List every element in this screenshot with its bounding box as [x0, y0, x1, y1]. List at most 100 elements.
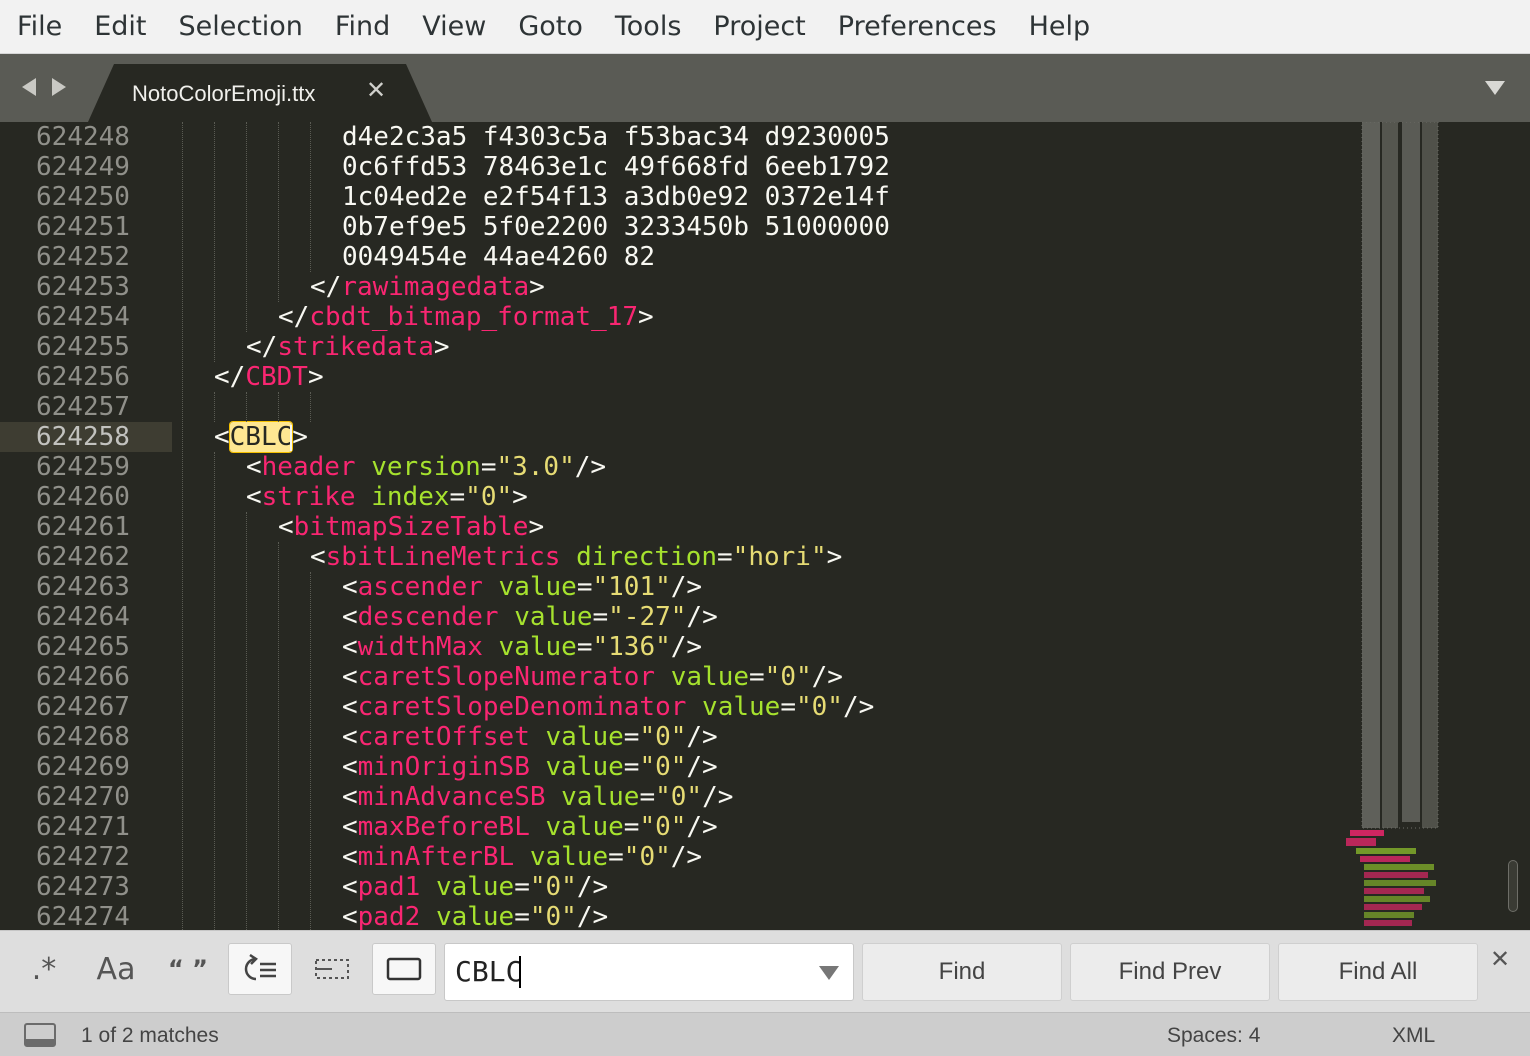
- code-line: 0c6ffd53 78463e1c 49f668fd 6eeb1792: [342, 152, 890, 182]
- menu-goto[interactable]: Goto: [502, 0, 599, 54]
- menu-preferences[interactable]: Preferences: [822, 0, 1013, 54]
- nav-forward-icon[interactable]: [52, 78, 66, 96]
- panel-toggle-icon[interactable]: [24, 1023, 56, 1047]
- code-token: strikedata: [277, 332, 434, 362]
- code-token: "0": [623, 842, 671, 872]
- scrollbar-track[interactable]: [1506, 126, 1518, 926]
- code-line: <sbitLineMetrics direction="hori">: [310, 542, 842, 572]
- code-token: value: [498, 632, 577, 662]
- line-number: 624268: [36, 722, 130, 752]
- code-area[interactable]: d4e2c3a5 f4303c5a f53bac34 d9230005 0c6ff…: [182, 122, 1342, 930]
- code-token: <: [214, 422, 230, 452]
- menu-tools[interactable]: Tools: [599, 0, 698, 54]
- code-token: "0": [639, 812, 687, 842]
- tab-list-dropdown-icon[interactable]: [1485, 81, 1505, 95]
- code-token: cbdt_bitmap_format_17: [309, 302, 639, 332]
- nav-back-icon[interactable]: [22, 78, 36, 96]
- wrap-toggle[interactable]: [228, 943, 292, 995]
- code-line: </rawimagedata>: [310, 272, 545, 302]
- code-line: 0049454e 44ae4260 82: [342, 242, 655, 272]
- find-button[interactable]: Find: [862, 943, 1062, 1001]
- scrollbar-thumb[interactable]: [1508, 860, 1518, 912]
- code-token: <: [342, 782, 358, 812]
- code-token: <: [342, 752, 358, 782]
- line-number: 624251: [36, 212, 130, 242]
- indentation-status[interactable]: Spaces: 4: [1167, 1024, 1260, 1048]
- line-number: 624250: [36, 182, 130, 212]
- regex-toggle[interactable]: .*: [12, 943, 76, 995]
- code-token: value: [545, 812, 624, 842]
- in-selection-toggle[interactable]: [300, 943, 364, 995]
- regex-icon: .*: [31, 951, 57, 987]
- line-number: 624270: [36, 782, 130, 812]
- menu-file[interactable]: File: [0, 0, 78, 54]
- code-token: =: [576, 572, 593, 602]
- find-input-container[interactable]: [444, 943, 854, 1001]
- case-sensitive-toggle[interactable]: Aa: [84, 943, 148, 995]
- line-number: 624261: [36, 512, 130, 542]
- code-token: =: [623, 812, 640, 842]
- code-token: <: [342, 872, 358, 902]
- code-token: </: [278, 302, 310, 332]
- code-token: />: [702, 782, 734, 812]
- code-line: </cbdt_bitmap_format_17>: [278, 302, 654, 332]
- line-number: 624269: [36, 752, 130, 782]
- menu-help[interactable]: Help: [1013, 0, 1107, 54]
- code-token: sbitLineMetrics: [325, 542, 561, 572]
- code-token: version: [371, 452, 481, 482]
- indent-guide: [278, 122, 279, 302]
- editor-view[interactable]: 624248 624249 624250 624251 624252 624253 6242…: [0, 122, 1530, 930]
- find-input[interactable]: [455, 944, 805, 1000]
- menu-project[interactable]: Project: [697, 0, 821, 54]
- whole-word-toggle[interactable]: “ ”: [156, 943, 220, 995]
- code-token: 0c6ffd53 78463e1c 49f668fd 6eeb1792: [342, 152, 890, 182]
- code-line: <header version="3.0"/>: [246, 452, 606, 482]
- code-token: value: [529, 842, 609, 872]
- indent-guide: [182, 122, 183, 930]
- find-prev-button[interactable]: Find Prev: [1070, 943, 1270, 1001]
- code-token: value: [702, 692, 781, 722]
- code-token: value: [514, 602, 593, 632]
- code-line: <pad1 value="0"/>: [342, 872, 608, 902]
- tab-close-icon[interactable]: ✕: [366, 76, 386, 104]
- menu-find[interactable]: Find: [319, 0, 406, 54]
- syntax-status[interactable]: XML: [1392, 1024, 1435, 1048]
- code-line: </strikedata>: [246, 332, 450, 362]
- line-number: 624252: [36, 242, 130, 272]
- code-token: />: [670, 572, 703, 602]
- code-token: "0": [795, 692, 843, 722]
- tab-notocoloremoji[interactable]: NotoColorEmoji.ttx ✕: [88, 64, 432, 122]
- code-token: =: [449, 482, 466, 512]
- indent-guide: [310, 572, 311, 930]
- menu-view[interactable]: View: [406, 0, 502, 54]
- close-find-panel-icon[interactable]: ✕: [1490, 945, 1510, 973]
- code-token: "0": [529, 872, 577, 902]
- highlight-matches-toggle[interactable]: [372, 943, 436, 995]
- code-line: <maxBeforeBL value="0"/>: [342, 812, 718, 842]
- code-token: value: [670, 662, 750, 692]
- minimap[interactable]: [1342, 122, 1442, 930]
- search-match-highlight: CBLC: [229, 422, 293, 452]
- code-line: <bitmapSizeTable>: [278, 512, 544, 542]
- code-token: =: [480, 452, 497, 482]
- line-number: 624255: [36, 332, 130, 362]
- find-history-dropdown-icon[interactable]: [819, 966, 839, 980]
- line-number: 624266: [36, 662, 130, 692]
- code-token: descender: [357, 602, 499, 632]
- code-token: />: [574, 452, 607, 482]
- menu-selection[interactable]: Selection: [162, 0, 318, 54]
- code-token: </: [214, 362, 246, 392]
- code-token: minAdvanceSB: [357, 782, 546, 812]
- code-token: 0049454e 44ae4260 82: [342, 242, 656, 272]
- code-token: <: [342, 602, 358, 632]
- code-token: />: [686, 812, 718, 842]
- line-number: 624262: [36, 542, 130, 572]
- find-all-button[interactable]: Find All: [1278, 943, 1478, 1001]
- line-number: 624265: [36, 632, 130, 662]
- menu-edit[interactable]: Edit: [78, 0, 162, 54]
- code-token: direction: [576, 542, 718, 572]
- code-token: value: [545, 752, 624, 782]
- line-number: 624256: [36, 362, 130, 392]
